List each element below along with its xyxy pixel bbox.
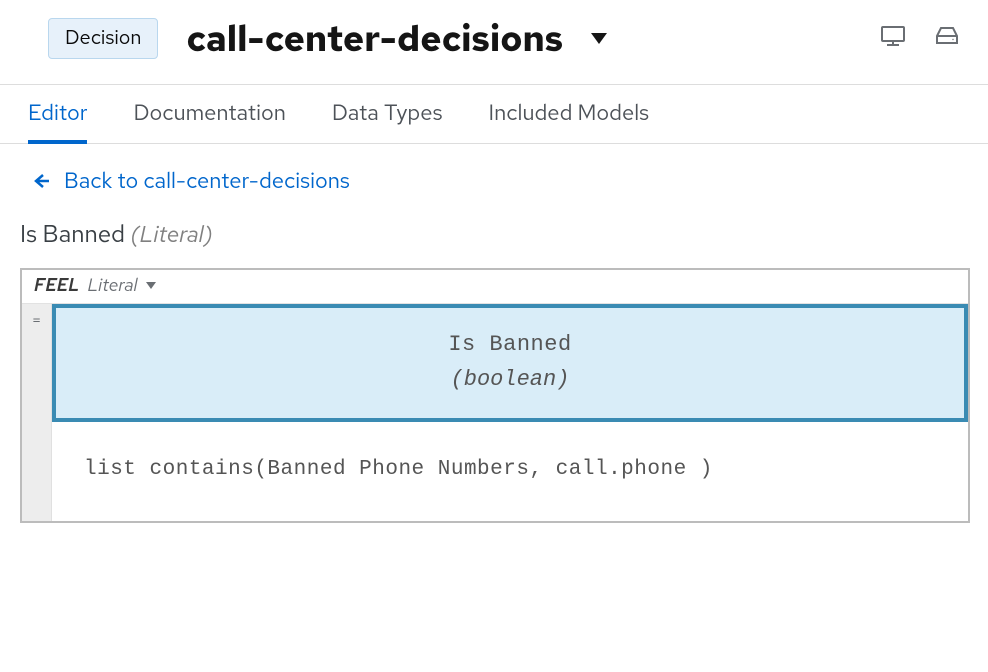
feel-kind: Literal	[87, 274, 137, 297]
feel-label: FEEL	[34, 274, 79, 297]
expression-code[interactable]: list contains(Banned Phone Numbers, call…	[52, 422, 968, 521]
tab-data-types[interactable]: Data Types	[332, 84, 443, 144]
page-title: call-center-decisions	[186, 14, 607, 62]
storage-icon[interactable]	[934, 25, 960, 52]
feel-bar[interactable]: FEEL Literal	[22, 270, 968, 304]
expression-name: Is Banned	[56, 332, 964, 357]
title-dropdown-button[interactable]	[591, 33, 607, 44]
tab-editor[interactable]: Editor	[28, 84, 87, 144]
desktop-icon[interactable]	[880, 25, 906, 52]
node-name: Is Banned	[20, 219, 125, 250]
back-link[interactable]: Back to call-center-decisions	[0, 144, 988, 217]
expression-type: (boolean)	[56, 367, 964, 392]
title-text: call-center-decisions	[186, 14, 563, 62]
expression-type-block[interactable]: Is Banned (boolean)	[52, 304, 968, 422]
back-link-label: Back to call-center-decisions	[64, 166, 350, 195]
node-kind: (Literal)	[131, 220, 213, 250]
tab-documentation[interactable]: Documentation	[133, 84, 285, 144]
header-icons	[880, 25, 960, 52]
asset-type-badge: Decision	[48, 18, 158, 59]
page-header: Decision call-center-decisions	[0, 0, 988, 84]
arrow-left-icon	[32, 172, 50, 190]
expression-editor: FEEL Literal = Is Banned (boolean) list …	[20, 268, 970, 523]
tab-included-models[interactable]: Included Models	[489, 84, 650, 144]
node-subtitle: Is Banned (Literal)	[0, 217, 988, 268]
chevron-down-icon	[146, 282, 156, 289]
tabs-bar: Editor Documentation Data Types Included…	[0, 84, 988, 144]
equals-gutter: =	[22, 304, 52, 521]
